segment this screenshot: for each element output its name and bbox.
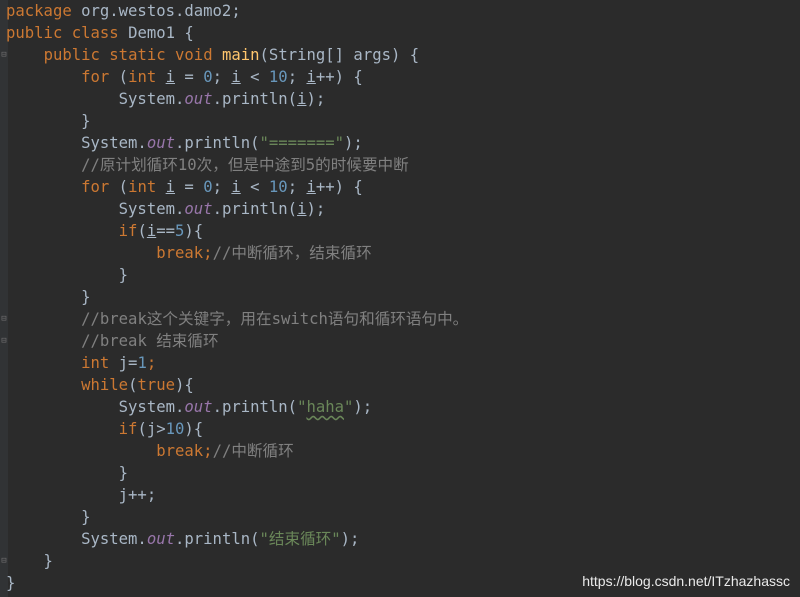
code-line: } — [6, 552, 53, 570]
code-line: for (int i = 0; i < 10; i++) { — [81, 68, 363, 86]
code-line: public static void main(String[] args) { — [43, 46, 420, 64]
code-line: break;//中断循环 — [156, 442, 294, 460]
code-line: public class Demo1 { — [6, 24, 194, 42]
code-line: System.out.println(i); — [6, 200, 326, 218]
code-line: if(i==5){ — [118, 222, 204, 240]
code-line: break;//中断循环，结束循环 — [156, 244, 372, 262]
code-line: } — [6, 574, 16, 592]
code-line: int j=1; — [81, 354, 157, 372]
code-line: for (int i = 0; i < 10; i++) { — [81, 178, 363, 196]
code-line: //break这个关键字，用在switch语句和循环语句中。 — [81, 310, 469, 328]
code-line: } — [6, 266, 129, 284]
code-line: } — [6, 288, 91, 306]
code-line: } — [6, 464, 129, 482]
watermark-url: https://blog.csdn.net/ITzhazhassc — [582, 573, 790, 589]
code-line: System.out.println(i); — [6, 90, 326, 108]
code-line: } — [6, 112, 91, 130]
code-line: System.out.println("======="); — [6, 134, 363, 152]
code-line: //break 结束循环 — [81, 332, 219, 350]
code-line: //原计划循环10次，但是中途到5的时候要中断 — [81, 156, 409, 174]
code-line: if(j>10){ — [118, 420, 204, 438]
code-line: System.out.println("结束循环"); — [6, 530, 360, 548]
code-editor[interactable]: ⊟ ⊟ ⊟ ⊟ package org.westos.damo2; public… — [0, 0, 800, 597]
code-line: j++; — [6, 486, 157, 504]
code-line: System.out.println("haha"); — [6, 398, 373, 416]
code-area[interactable]: package org.westos.damo2; public class D… — [6, 0, 468, 594]
code-line: while(true){ — [81, 376, 194, 394]
code-line: package org.westos.damo2; — [6, 2, 241, 20]
code-line: } — [6, 508, 91, 526]
